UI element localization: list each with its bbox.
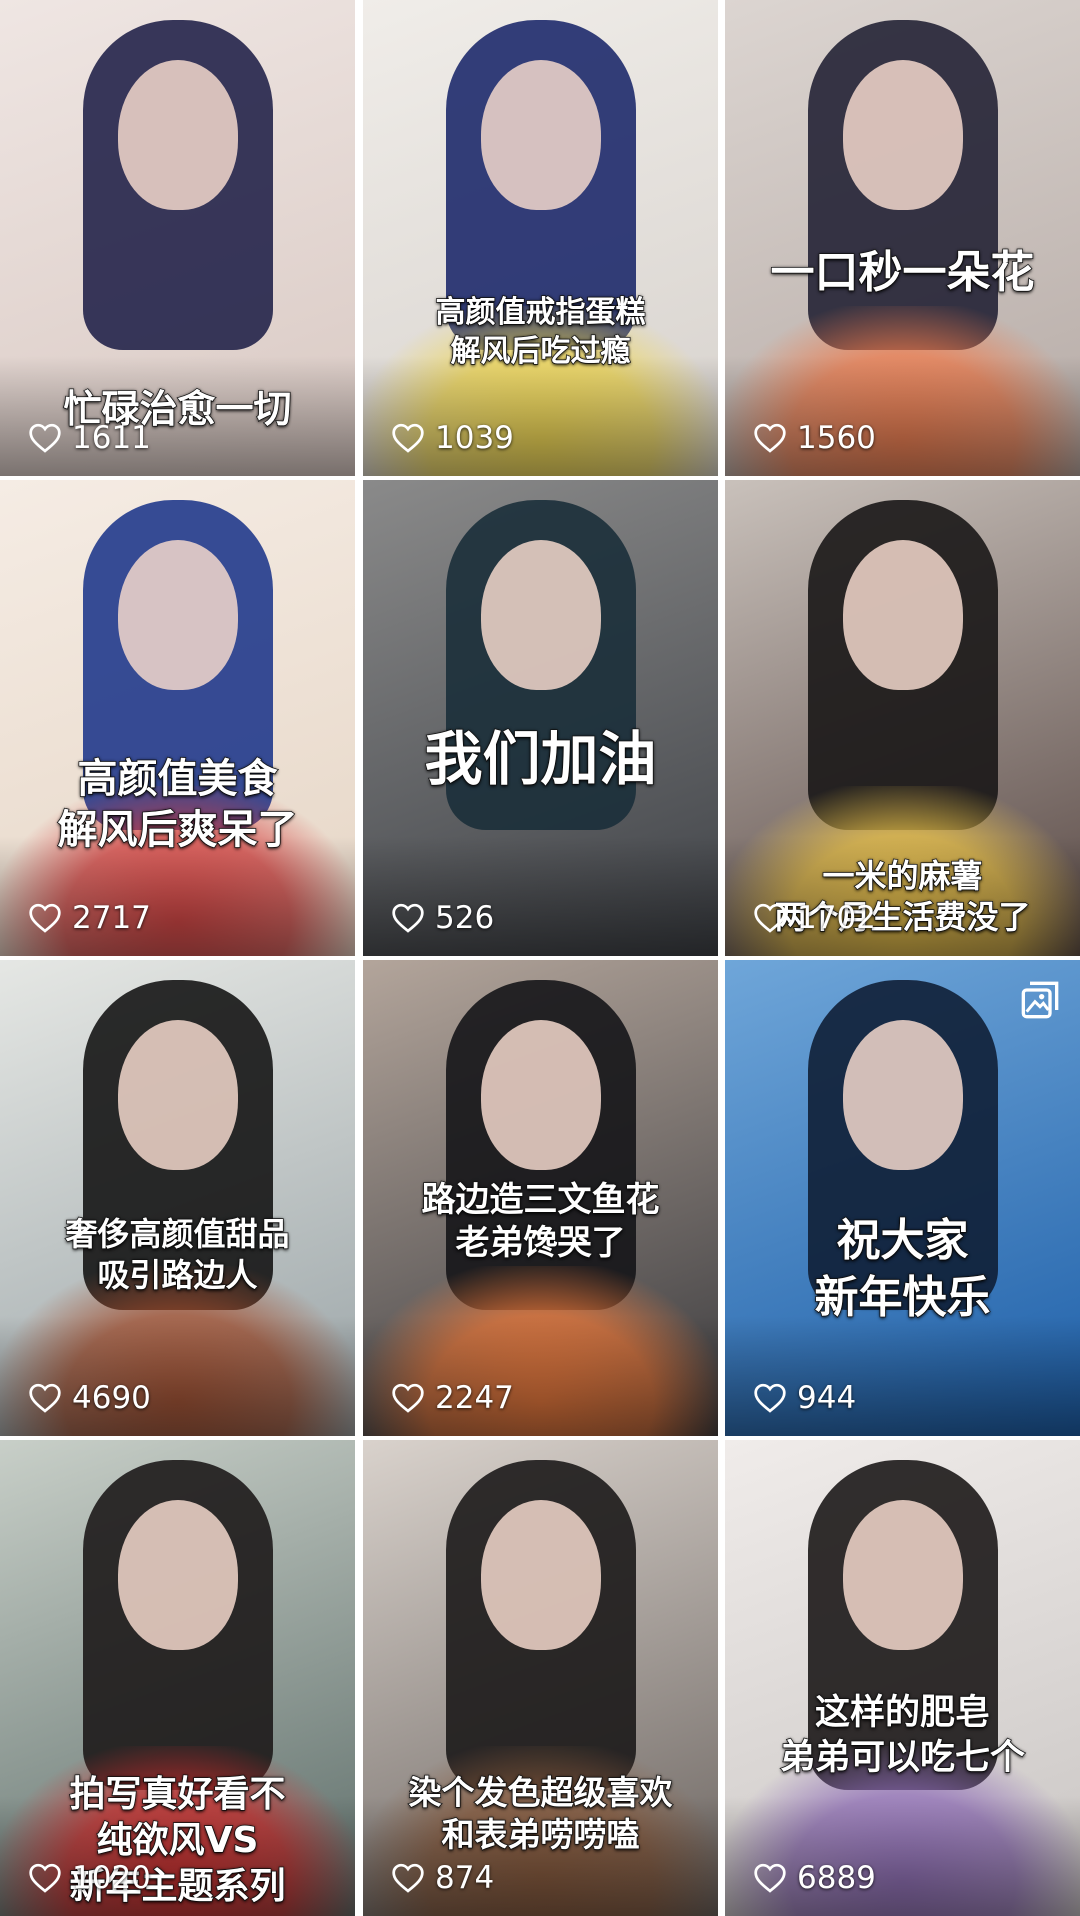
video-tile[interactable]: 高颜值戒指蛋糕 解风后吃过瘾 1039 <box>363 0 718 476</box>
video-tile[interactable]: 奢侈高颜值甜品 吸引路边人 4690 <box>0 960 355 1436</box>
like-count: 944 <box>753 1380 856 1416</box>
like-count: 1039 <box>391 420 514 456</box>
like-count-value: 2717 <box>72 900 151 936</box>
bottom-gradient <box>725 356 1080 476</box>
person-face <box>842 60 963 210</box>
video-caption: 一口秒一朵花 <box>725 245 1080 301</box>
video-tile[interactable]: 一口秒一朵花 1560 <box>725 0 1080 476</box>
heart-icon <box>29 1863 61 1893</box>
caption-line: 祝大家 <box>836 1215 970 1268</box>
person-face <box>480 1500 601 1650</box>
person-face <box>117 1500 238 1650</box>
heart-icon <box>392 423 424 453</box>
bottom-gradient <box>725 1316 1080 1436</box>
video-caption: 我们加油 <box>363 722 718 796</box>
bottom-gradient <box>0 1316 355 1436</box>
bottom-gradient <box>725 1796 1080 1916</box>
video-caption: 这样的肥皂 弟弟可以吃七个 <box>725 1691 1080 1781</box>
person-face <box>480 540 601 690</box>
caption-line: 路边造三文鱼花 <box>421 1179 661 1220</box>
person-face <box>117 1020 238 1170</box>
heart-icon <box>392 1383 424 1413</box>
video-tile[interactable]: 高颜值美食 解风后爽呆了 2717 <box>0 480 355 956</box>
person-face <box>842 1500 963 1650</box>
caption-line: 弟弟可以吃七个 <box>779 1737 1026 1779</box>
caption-line: 我们加油 <box>424 724 658 794</box>
like-count-value: 944 <box>797 1380 857 1416</box>
video-caption: 祝大家 新年快乐 <box>725 1213 1080 1326</box>
video-tile[interactable]: 这样的肥皂 弟弟可以吃七个 6889 <box>725 1440 1080 1916</box>
caption-line: 新年快乐 <box>814 1271 992 1324</box>
caption-line: 这样的肥皂 <box>814 1693 991 1734</box>
person-face <box>842 540 963 690</box>
like-count: 4690 <box>28 1380 151 1416</box>
like-count: 2247 <box>391 1380 514 1416</box>
heart-icon <box>754 423 786 453</box>
video-caption: 路边造三文鱼花 老弟馋哭了 <box>363 1179 718 1266</box>
heart-icon <box>392 903 424 933</box>
person-face <box>842 1020 963 1170</box>
like-count-value: 6889 <box>797 1860 876 1896</box>
like-count: 1611 <box>28 420 151 456</box>
video-tile[interactable]: 祝大家 新年快乐 944 <box>725 960 1080 1436</box>
bottom-gradient <box>363 356 718 476</box>
video-tile[interactable]: 一米的麻薯 两个月生活费没了 1702 <box>725 480 1080 956</box>
like-count: 2717 <box>28 900 151 936</box>
like-count: 874 <box>391 1860 494 1896</box>
heart-icon <box>392 1863 424 1893</box>
caption-line: 和表弟唠唠嗑 <box>441 1814 641 1855</box>
video-caption: 高颜值戒指蛋糕 解风后吃过瘾 <box>363 294 718 371</box>
heart-icon <box>29 1383 61 1413</box>
like-count: 1560 <box>753 420 876 456</box>
like-count-value: 1560 <box>797 420 876 456</box>
video-caption: 高颜值美食 解风后爽呆了 <box>0 754 355 856</box>
heart-icon <box>29 423 61 453</box>
album-icon <box>1021 981 1059 1019</box>
video-tile[interactable]: 染个发色超级喜欢 和表弟唠唠嗑 874 <box>363 1440 718 1916</box>
caption-line: 纯欲风VS <box>96 1819 259 1862</box>
video-tile[interactable]: 路边造三文鱼花 老弟馋哭了 2247 <box>363 960 718 1436</box>
caption-line: 拍写真好看不 <box>69 1773 287 1816</box>
person-face <box>117 60 238 210</box>
like-count-value: 4690 <box>72 1380 151 1416</box>
video-tile[interactable]: 忙碌治愈一切 1611 <box>0 0 355 476</box>
caption-line: 一口秒一朵花 <box>770 246 1036 299</box>
caption-line: 高颜值美食 <box>77 755 279 803</box>
video-grid: 忙碌治愈一切 1611 高颜值戒指蛋糕 解风后吃过瘾 1039 一口秒一朵花 1560 高颜值… <box>0 0 1080 1916</box>
like-count-value: 526 <box>435 900 495 936</box>
heart-icon <box>754 903 786 933</box>
like-count: 6889 <box>753 1860 876 1896</box>
caption-line: 解风后吃过瘾 <box>450 333 632 370</box>
caption-line: 高颜值戒指蛋糕 <box>435 294 647 331</box>
video-caption: 奢侈高颜值甜品 吸引路边人 <box>0 1214 355 1296</box>
video-tile[interactable]: 拍写真好看不 纯欲风VS 新年主题系列 1020 <box>0 1440 355 1916</box>
heart-icon <box>29 903 61 933</box>
caption-line: 奢侈高颜值甜品 <box>65 1214 291 1254</box>
bottom-gradient <box>363 836 718 956</box>
caption-line: 老弟馋哭了 <box>455 1223 627 1264</box>
bottom-gradient <box>363 1316 718 1436</box>
person-face <box>117 540 238 690</box>
like-count: 526 <box>391 900 494 936</box>
person-face <box>480 60 601 210</box>
heart-icon <box>754 1863 786 1893</box>
like-count: 1702 <box>753 900 876 936</box>
heart-icon <box>754 1383 786 1413</box>
like-count-value: 1020 <box>72 1860 151 1896</box>
video-caption: 染个发色超级喜欢 和表弟唠唠嗑 <box>363 1772 718 1856</box>
video-tile[interactable]: 我们加油 526 <box>363 480 718 956</box>
person-face <box>480 1020 601 1170</box>
like-count: 1020 <box>28 1860 151 1896</box>
like-count-value: 1611 <box>72 420 151 456</box>
like-count-value: 874 <box>435 1860 495 1896</box>
caption-line: 染个发色超级喜欢 <box>408 1772 674 1813</box>
caption-line: 解风后爽呆了 <box>57 806 299 854</box>
like-count-value: 2247 <box>435 1380 514 1416</box>
caption-line: 一米的麻薯 <box>822 856 984 896</box>
caption-line: 吸引路边人 <box>97 1255 259 1295</box>
like-count-value: 1039 <box>435 420 514 456</box>
like-count-value: 1702 <box>797 900 876 936</box>
